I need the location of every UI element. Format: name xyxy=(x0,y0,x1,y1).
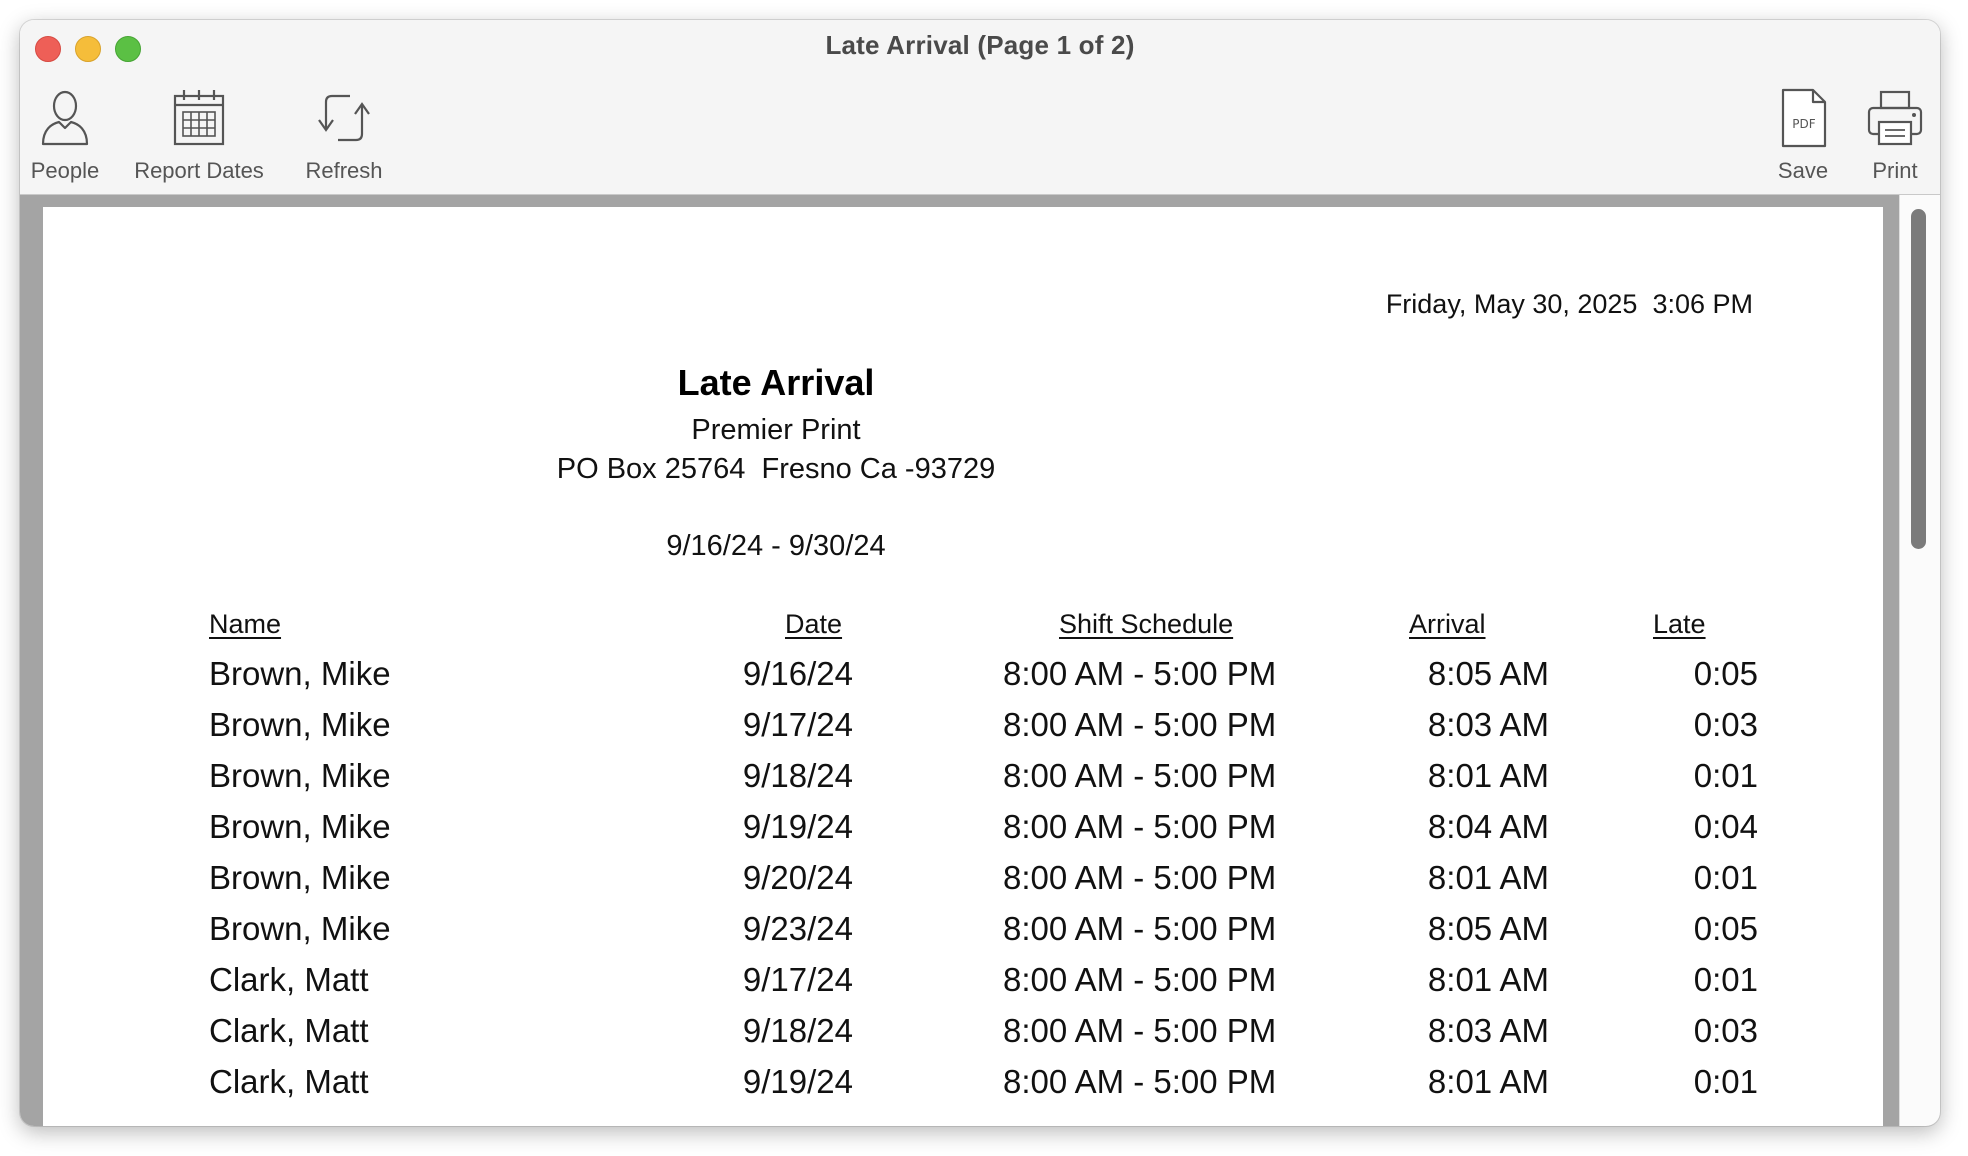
scrollbar-thumb[interactable] xyxy=(1911,209,1926,549)
people-label: People xyxy=(30,158,100,183)
row-late: 0:01 xyxy=(1693,859,1758,896)
table-row: Brown, Mike 9/17/24 8:00 AM - 5:00 PM 8:… xyxy=(43,706,1883,757)
row-date: 9/19/24 xyxy=(742,1063,853,1100)
row-date: 9/18/24 xyxy=(742,1012,853,1049)
row-shift: 8:00 AM - 5:00 PM xyxy=(1003,961,1277,998)
row-late: 0:03 xyxy=(1693,706,1758,743)
table-row: Brown, Mike 9/16/24 8:00 AM - 5:00 PM 8:… xyxy=(43,655,1883,706)
column-header-arrival: Arrival xyxy=(1409,609,1486,639)
row-arrival: 8:01 AM xyxy=(1427,757,1549,794)
vertical-scrollbar[interactable] xyxy=(1899,195,1940,1126)
column-header-late: Late xyxy=(1653,609,1706,639)
row-name: Brown, Mike xyxy=(209,655,391,692)
row-arrival: 8:01 AM xyxy=(1427,859,1549,896)
report-page: Friday, May 30, 2025 3:06 PM Late Arriva… xyxy=(43,207,1883,1126)
row-shift: 8:00 AM - 5:00 PM xyxy=(1003,706,1277,743)
person-icon xyxy=(41,90,89,146)
row-arrival: 8:03 AM xyxy=(1427,706,1549,743)
column-header-shift: Shift Schedule xyxy=(1059,609,1234,639)
row-date: 9/20/24 xyxy=(742,859,853,896)
row-late: 0:04 xyxy=(1693,808,1758,845)
table-row: Brown, Mike 9/23/24 8:00 AM - 5:00 PM 8:… xyxy=(43,910,1883,961)
svg-text:PDF: PDF xyxy=(1792,117,1815,131)
row-name: Clark, Matt xyxy=(209,1063,369,1100)
refresh-button[interactable]: Refresh xyxy=(284,86,404,184)
row-late: 0:05 xyxy=(1693,910,1758,947)
table-row: Clark, Matt 9/17/24 8:00 AM - 5:00 PM 8:… xyxy=(43,961,1883,1012)
table-row: Brown, Mike 9/20/24 8:00 AM - 5:00 PM 8:… xyxy=(43,859,1883,910)
report-dates-button[interactable]: Report Dates xyxy=(124,86,274,184)
row-name: Brown, Mike xyxy=(209,859,391,896)
row-date: 9/17/24 xyxy=(742,706,853,743)
report-date-range: 9/16/24 - 9/30/24 xyxy=(666,530,886,562)
pdf-file-icon: PDF xyxy=(1781,88,1827,148)
row-shift: 8:00 AM - 5:00 PM xyxy=(1003,808,1277,845)
save-pdf-button[interactable]: PDF Save xyxy=(1768,86,1838,184)
row-arrival: 8:04 AM xyxy=(1427,808,1549,845)
document-area: Friday, May 30, 2025 3:06 PM Late Arriva… xyxy=(20,195,1940,1126)
row-date: 9/16/24 xyxy=(742,655,853,692)
row-date: 9/19/24 xyxy=(742,808,853,845)
row-late: 0:03 xyxy=(1693,1012,1758,1049)
print-label: Print xyxy=(1872,158,1918,183)
refresh-label: Refresh xyxy=(305,158,383,183)
company-name: Premier Print xyxy=(691,414,861,446)
table-row: Brown, Mike 9/19/24 8:00 AM - 5:00 PM 8:… xyxy=(43,808,1883,859)
table-row: Brown, Mike 9/18/24 8:00 AM - 5:00 PM 8:… xyxy=(43,757,1883,808)
refresh-icon xyxy=(318,94,370,142)
row-late: 0:01 xyxy=(1693,1063,1758,1100)
row-late: 0:05 xyxy=(1693,655,1758,692)
printer-icon xyxy=(1867,90,1923,146)
row-arrival: 8:01 AM xyxy=(1427,961,1549,998)
table-row: Clark, Matt 9/18/24 8:00 AM - 5:00 PM 8:… xyxy=(43,1012,1883,1063)
row-name: Brown, Mike xyxy=(209,757,391,794)
row-shift: 8:00 AM - 5:00 PM xyxy=(1003,859,1277,896)
window-title: Late Arrival (Page 1 of 2) xyxy=(825,30,1135,60)
row-date: 9/18/24 xyxy=(742,757,853,794)
row-late: 0:01 xyxy=(1693,757,1758,794)
row-name: Clark, Matt xyxy=(209,1012,369,1049)
row-shift: 8:00 AM - 5:00 PM xyxy=(1003,1063,1277,1100)
row-arrival: 8:05 AM xyxy=(1427,655,1549,692)
company-address: PO Box 25764 Fresno Ca -93729 xyxy=(556,453,996,485)
save-label: Save xyxy=(1777,158,1829,183)
row-date: 9/17/24 xyxy=(742,961,853,998)
row-shift: 8:00 AM - 5:00 PM xyxy=(1003,757,1277,794)
people-button[interactable]: People xyxy=(30,86,100,184)
report-window: Late Arrival (Page 1 of 2) People Report… xyxy=(20,20,1940,1126)
column-header-name: Name xyxy=(209,609,282,639)
row-name: Brown, Mike xyxy=(209,808,391,845)
row-name: Brown, Mike xyxy=(209,706,391,743)
row-shift: 8:00 AM - 5:00 PM xyxy=(1003,910,1277,947)
row-shift: 8:00 AM - 5:00 PM xyxy=(1003,655,1277,692)
report-title: Late Arrival xyxy=(677,362,875,403)
column-header-date: Date xyxy=(785,609,843,639)
calendar-icon xyxy=(173,90,225,146)
report-dates-label: Report Dates xyxy=(134,158,264,183)
row-late: 0:01 xyxy=(1693,961,1758,998)
report-datetime: Friday, May 30, 2025 3:06 PM xyxy=(1385,289,1753,319)
row-arrival: 8:03 AM xyxy=(1427,1012,1549,1049)
row-date: 9/23/24 xyxy=(742,910,853,947)
title-toolbar: Late Arrival (Page 1 of 2) People Report… xyxy=(20,20,1940,195)
table-row: Clark, Matt 9/19/24 8:00 AM - 5:00 PM 8:… xyxy=(43,1063,1883,1114)
row-arrival: 8:01 AM xyxy=(1427,1063,1549,1100)
print-button[interactable]: Print xyxy=(1860,86,1930,184)
row-shift: 8:00 AM - 5:00 PM xyxy=(1003,1012,1277,1049)
row-arrival: 8:05 AM xyxy=(1427,910,1549,947)
row-name: Brown, Mike xyxy=(209,910,391,947)
row-name: Clark, Matt xyxy=(209,961,369,998)
